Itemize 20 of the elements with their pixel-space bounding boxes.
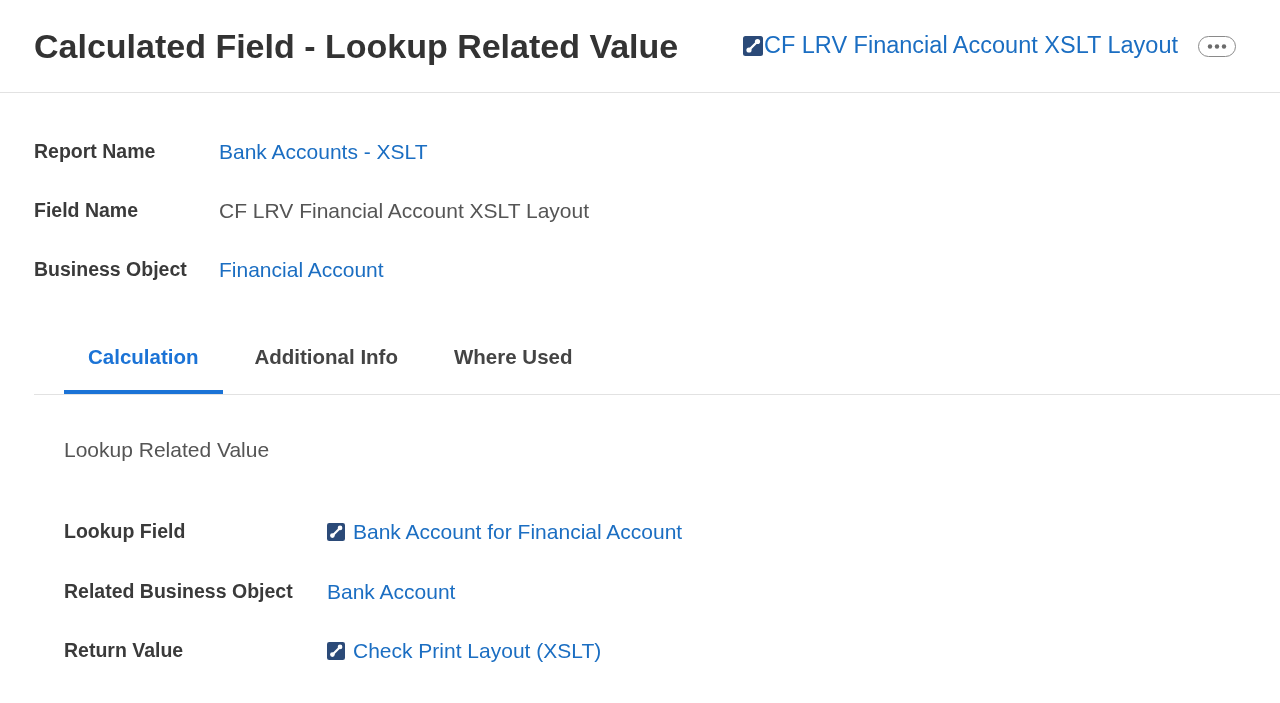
field-link[interactable]: Bank Account for Financial Account (327, 516, 683, 548)
field-link[interactable]: Financial Account (219, 253, 384, 286)
field-label: Return Value (64, 638, 185, 664)
link-icon (742, 36, 763, 56)
field-label: Field Name (34, 197, 140, 223)
field-label: Report Name (34, 138, 157, 164)
field-link[interactable]: Bank Account (327, 575, 456, 607)
field-label: Business Object (34, 256, 188, 282)
related-field-link[interactable]: CF LRV Financial Account XSLT Layout (742, 28, 1178, 64)
page-title: Calculated Field - Lookup Related Value (34, 25, 679, 67)
link-icon (327, 641, 345, 660)
calculation-type: Lookup Related Value (64, 438, 270, 462)
more-button[interactable] (1198, 35, 1236, 57)
field-value: CF LRV Financial Account XSLT Layout (219, 197, 590, 224)
field-link[interactable]: Bank Accounts - XSLT (219, 135, 428, 168)
field-link[interactable]: Check Print Layout (XSLT) (327, 635, 602, 667)
field-label: Lookup Field (64, 519, 187, 545)
link-icon (327, 522, 345, 541)
more-icon (1207, 43, 1227, 49)
field-label: Related Business Object (64, 578, 294, 604)
